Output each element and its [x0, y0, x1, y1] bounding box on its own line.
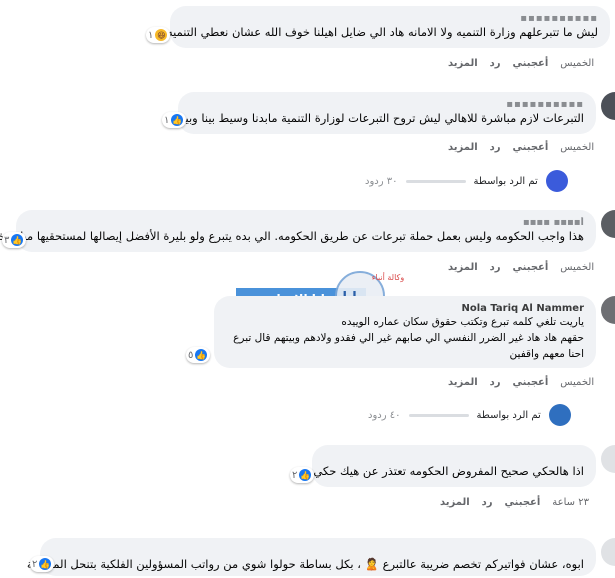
reply-count: ٣٠ ردود [365, 175, 398, 187]
like-button[interactable]: أعجبني [513, 142, 549, 153]
reaction-summary[interactable]: ٢ 👍 [290, 467, 315, 483]
watermark-logo-tagline: وكالة أنباء [372, 272, 405, 282]
comment-time[interactable]: ٢٣ ساعة [552, 497, 589, 508]
like-icon: 👍 [11, 234, 24, 246]
reaction-summary[interactable]: ١ 👍 [162, 112, 187, 128]
comment-actions: الخميس أعجبني رد المزيد [448, 377, 594, 388]
reaction-summary[interactable]: ٢ 👍 [30, 556, 55, 572]
more-button[interactable]: المزيد [448, 377, 478, 388]
reaction-count: ١ [164, 114, 170, 126]
comment-bubble: أ▪▪▪▪ ▪▪▪▪ هذا واجب الحكومه وليس بعمل حم… [0, 210, 596, 252]
reaction-count: ٢ [32, 558, 38, 570]
replied-by-label: تم الرد بواسطة [473, 175, 538, 187]
comment-actions: الخميس أعجبني رد المزيد [448, 58, 594, 69]
avatar[interactable] [601, 210, 615, 238]
comment-time[interactable]: الخميس [560, 377, 594, 388]
like-icon: 👍 [299, 469, 312, 481]
reply-author-avatar [545, 170, 568, 192]
like-button[interactable]: أعجبني [513, 58, 549, 69]
like-icon: 👍 [171, 114, 184, 126]
reply-author-name [408, 413, 469, 417]
comment-author[interactable]: ▪▪▪▪▪▪▪▪▪▪ [190, 99, 584, 110]
more-button[interactable]: المزيد [448, 142, 478, 153]
like-button[interactable]: أعجبني [513, 262, 549, 273]
comment-bubble: Nola Tariq Al Nammer ياريت تلغي كلمه تبر… [214, 296, 596, 368]
reaction-count: ٢ [292, 469, 298, 481]
comment-bubble: ابوه، عشان فواتيركم تخصم ضريبة عالتبرع 🙎… [26, 538, 596, 576]
comment-actions: ٢٣ ساعة أعجبني رد المزيد [440, 497, 589, 508]
comment-author[interactable]: ▪▪▪▪▪▪▪▪▪▪ [182, 13, 598, 24]
view-replies-link[interactable]: تم الرد بواسطة ٣٠ ردود [365, 170, 568, 192]
reply-button[interactable]: رد [490, 58, 501, 69]
comment-text: التبرعات لازم مباشرة للاهالي ليش تروح ال… [169, 111, 584, 125]
reply-button[interactable]: رد [490, 142, 501, 153]
reaction-summary[interactable]: ١ 😆 [146, 27, 171, 43]
comment-time[interactable]: الخميس [560, 262, 594, 273]
avatar[interactable] [601, 296, 615, 324]
avatar[interactable] [601, 538, 615, 566]
reaction-count: ١ [148, 29, 154, 41]
haha-icon: 😆 [155, 29, 168, 41]
comment-actions: الخميس أعجبني رد المزيد [448, 142, 594, 153]
comment-text: ليش ما تتبرعلهم وزارة التنميه ولا الامان… [166, 25, 598, 39]
reply-button[interactable]: رد [490, 377, 501, 388]
reaction-count: ٣ [4, 234, 10, 246]
like-button[interactable]: أعجبني [505, 497, 541, 508]
comment-actions: الخميس أعجبني رد المزيد [448, 262, 594, 273]
view-replies-link[interactable]: تم الرد بواسطة ٤٠ ردود [368, 404, 571, 426]
reply-count: ٤٠ ردود [368, 409, 401, 421]
comment-text: ابوه، عشان فواتيركم تخصم ضريبة عالتبرع 🙎… [26, 557, 584, 571]
comment-bubble: ▪▪▪▪▪▪▪▪▪▪ التبرعات لازم مباشرة للاهالي … [169, 92, 596, 134]
like-icon: 👍 [39, 558, 52, 570]
comment-author[interactable] [324, 452, 584, 463]
comment-time[interactable]: الخميس [560, 142, 594, 153]
comment-text: هذا واجب الحكومه وليس بعمل حملة تبرعات ع… [0, 229, 584, 243]
comment-text: اذا هالحكي صحيح المفروض الحكومه تعتذر عن… [313, 464, 584, 478]
avatar[interactable] [601, 445, 615, 473]
reply-button[interactable]: رد [490, 262, 501, 273]
comment-text-line: احنا معهم واقفين [509, 348, 584, 360]
replied-by-label: تم الرد بواسطة [476, 409, 541, 421]
more-button[interactable]: المزيد [440, 497, 470, 508]
comment-text-line: ياريت تلغي كلمه تبرع وتكتب حقوق سكان عما… [341, 316, 584, 328]
reaction-summary[interactable]: ٣ 👍 [2, 232, 27, 248]
comment-author[interactable]: أ▪▪▪▪ ▪▪▪▪ [28, 217, 584, 228]
reply-author-name [405, 179, 466, 183]
comment-time[interactable]: الخميس [560, 58, 594, 69]
reaction-count: ٥ [188, 349, 194, 361]
more-button[interactable]: المزيد [448, 58, 478, 69]
like-icon: 👍 [195, 349, 208, 361]
comment-author[interactable] [52, 545, 584, 556]
reply-author-avatar [548, 404, 571, 426]
like-button[interactable]: أعجبني [513, 377, 549, 388]
comment-text-line: حقهم هاد هاد غير الضرر النفسي الي صابهم … [233, 332, 584, 344]
more-button[interactable]: المزيد [448, 262, 478, 273]
comment-bubble: اذا هالحكي صحيح المفروض الحكومه تعتذر عن… [312, 445, 596, 487]
avatar[interactable] [601, 92, 615, 120]
reply-button[interactable]: رد [482, 497, 493, 508]
comment-author[interactable]: Nola Tariq Al Nammer [226, 303, 585, 314]
reaction-summary[interactable]: ٥ 👍 [186, 347, 211, 363]
comment-bubble: ▪▪▪▪▪▪▪▪▪▪ ليش ما تتبرعلهم وزارة التنميه… [166, 6, 610, 48]
